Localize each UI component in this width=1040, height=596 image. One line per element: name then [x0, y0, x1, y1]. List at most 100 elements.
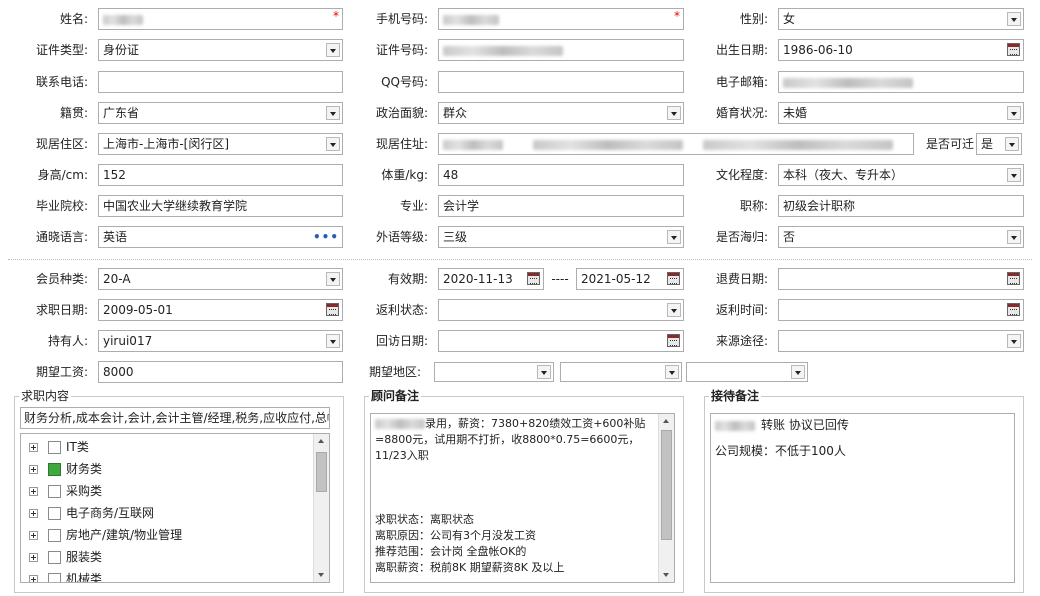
tree-item-machinery[interactable]: 机械类 — [29, 569, 102, 582]
name-field[interactable]: * — [98, 8, 343, 30]
member-type-select[interactable]: 20-A — [98, 268, 343, 290]
job-category-tree[interactable]: IT类 财务类 采购类 电子商务/互联网 房地产/建筑/物业管理 服装类 机械类 — [20, 433, 330, 583]
rebate-status-select[interactable] — [438, 299, 684, 321]
visit-date-field[interactable] — [438, 330, 684, 352]
dropdown-arrow-icon[interactable] — [1007, 230, 1021, 244]
advisor-notes-textarea[interactable]: 录用，薪资：7380+820绩效工资+600补贴 =8800元，试用期不打折，收… — [370, 413, 675, 583]
checkbox-checked[interactable] — [48, 463, 61, 476]
redacted-email — [783, 77, 913, 88]
dropdown-arrow-icon[interactable] — [665, 365, 679, 379]
phone-field[interactable] — [98, 71, 343, 93]
native-select[interactable]: 广东省 — [98, 102, 343, 124]
tree-item-finance[interactable]: 财务类 — [29, 459, 102, 479]
rebate-time-field[interactable] — [778, 299, 1024, 321]
expand-icon[interactable] — [29, 465, 38, 474]
source-select[interactable] — [778, 330, 1024, 352]
region-city-select[interactable] — [560, 362, 682, 382]
email-field[interactable] — [778, 71, 1024, 93]
title-field[interactable]: 初级会计职称 — [778, 195, 1024, 217]
qq-field[interactable] — [438, 71, 684, 93]
dropdown-arrow-icon[interactable] — [537, 365, 551, 379]
mobile-field[interactable]: * — [438, 8, 684, 30]
advisor-scrollbar[interactable] — [658, 414, 674, 582]
tree-item-it[interactable]: IT类 — [29, 437, 89, 457]
checkbox[interactable] — [48, 529, 61, 542]
scroll-down-icon[interactable] — [659, 568, 674, 582]
weight-field[interactable]: 48 — [438, 164, 684, 186]
address-field[interactable] — [438, 133, 914, 155]
scroll-down-icon[interactable] — [314, 568, 329, 582]
major-field[interactable]: 会计学 — [438, 195, 684, 217]
birth-date-field[interactable]: 1986-06-10 — [778, 39, 1024, 61]
calendar-icon[interactable] — [1007, 303, 1020, 316]
relocate-select[interactable]: 是 — [976, 133, 1022, 155]
dropdown-arrow-icon[interactable] — [1007, 334, 1021, 348]
expand-icon[interactable] — [29, 443, 38, 452]
checkbox[interactable] — [48, 551, 61, 564]
region-district-select[interactable] — [686, 362, 808, 382]
scroll-up-icon[interactable] — [659, 414, 674, 428]
residence-select[interactable]: 上海市-上海市-[闵行区] — [98, 133, 343, 155]
tree-item-purchase[interactable]: 采购类 — [29, 481, 102, 501]
salary-field[interactable]: 8000 — [98, 361, 343, 383]
height-field[interactable]: 152 — [98, 164, 343, 186]
checkbox[interactable] — [48, 507, 61, 520]
valid-to-field[interactable]: 2021-05-12 — [576, 268, 684, 290]
education-select[interactable]: 本科（夜大、专升本） — [778, 164, 1024, 186]
checkbox[interactable] — [48, 485, 61, 498]
political-select[interactable]: 群众 — [438, 102, 684, 124]
tree-item-clothing[interactable]: 服装类 — [29, 547, 102, 567]
reception-notes-textarea[interactable]: 转账 协议已回传 公司规模：不低于100人 — [710, 413, 1015, 583]
idtype-select[interactable]: 身份证 — [98, 39, 343, 61]
birth-label: 出生日期: — [715, 43, 768, 57]
calendar-icon[interactable] — [1007, 272, 1020, 285]
refund-date-field[interactable] — [778, 268, 1024, 290]
language-field[interactable]: 英语 ••• — [98, 226, 343, 248]
calendar-icon[interactable] — [667, 334, 680, 347]
scroll-thumb[interactable] — [316, 452, 327, 492]
dropdown-arrow-icon[interactable] — [667, 303, 681, 317]
langlevel-select[interactable]: 三级 — [438, 226, 684, 248]
scroll-up-icon[interactable] — [314, 434, 329, 448]
calendar-icon[interactable] — [1007, 43, 1020, 56]
dropdown-arrow-icon[interactable] — [326, 43, 340, 57]
dropdown-arrow-icon[interactable] — [791, 365, 805, 379]
gender-select[interactable]: 女 — [778, 8, 1024, 30]
checkbox[interactable] — [48, 441, 61, 454]
region-province-select[interactable] — [434, 362, 554, 382]
checkbox[interactable] — [48, 573, 61, 582]
tree-scrollbar[interactable] — [313, 434, 329, 582]
job-summary-field[interactable]: 财务分析,成本会计,会计,会计主管/经理,税务,应收应付,总帐 — [20, 407, 330, 429]
holder-select[interactable]: yirui017 — [98, 330, 343, 352]
tree-item-ecommerce[interactable]: 电子商务/互联网 — [29, 503, 154, 523]
dropdown-arrow-icon[interactable] — [667, 230, 681, 244]
dropdown-arrow-icon[interactable] — [326, 334, 340, 348]
scroll-thumb[interactable] — [661, 430, 672, 540]
expand-icon[interactable] — [29, 553, 38, 562]
more-options-icon[interactable]: ••• — [313, 227, 339, 247]
expand-icon[interactable] — [29, 531, 38, 540]
idno-field[interactable] — [438, 39, 684, 61]
dropdown-arrow-icon[interactable] — [1007, 106, 1021, 120]
jobdate-field[interactable]: 2009-05-01 — [98, 299, 343, 321]
dropdown-arrow-icon[interactable] — [1005, 137, 1019, 151]
dropdown-arrow-icon[interactable] — [667, 106, 681, 120]
dropdown-arrow-icon[interactable] — [1007, 168, 1021, 182]
expand-icon[interactable] — [29, 487, 38, 496]
dropdown-arrow-icon[interactable] — [326, 106, 340, 120]
advisor-notes-title: 顾问备注 — [369, 389, 422, 403]
redacted-address — [703, 139, 893, 150]
calendar-icon[interactable] — [527, 272, 540, 285]
tree-item-realestate[interactable]: 房地产/建筑/物业管理 — [29, 525, 182, 545]
expand-icon[interactable] — [29, 575, 38, 582]
dropdown-arrow-icon[interactable] — [326, 272, 340, 286]
dropdown-arrow-icon[interactable] — [326, 137, 340, 151]
overseas-select[interactable]: 否 — [778, 226, 1024, 248]
expand-icon[interactable] — [29, 509, 38, 518]
marital-select[interactable]: 未婚 — [778, 102, 1024, 124]
calendar-icon[interactable] — [667, 272, 680, 285]
valid-from-field[interactable]: 2020-11-13 — [438, 268, 544, 290]
dropdown-arrow-icon[interactable] — [1007, 12, 1021, 26]
school-field[interactable]: 中国农业大学继续教育学院 — [98, 195, 343, 217]
calendar-icon[interactable] — [326, 303, 339, 316]
